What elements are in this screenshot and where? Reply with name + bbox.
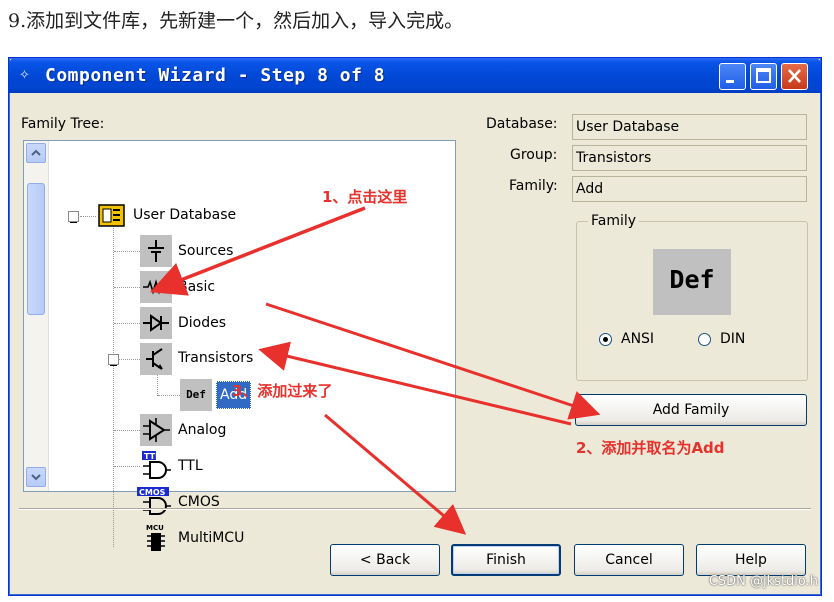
arrow-finish: [324, 413, 467, 535]
annotation-step2: 2、添加并取名为Add: [576, 439, 725, 457]
annotation-step3: 3、添加过来了: [232, 382, 333, 400]
annotation-step1: 1、点击这里: [322, 188, 408, 206]
annotation-arrows: [149, 206, 601, 535]
arrow-step1: [149, 206, 366, 296]
watermark-text: CSDN @jkstdio.h: [708, 574, 818, 589]
